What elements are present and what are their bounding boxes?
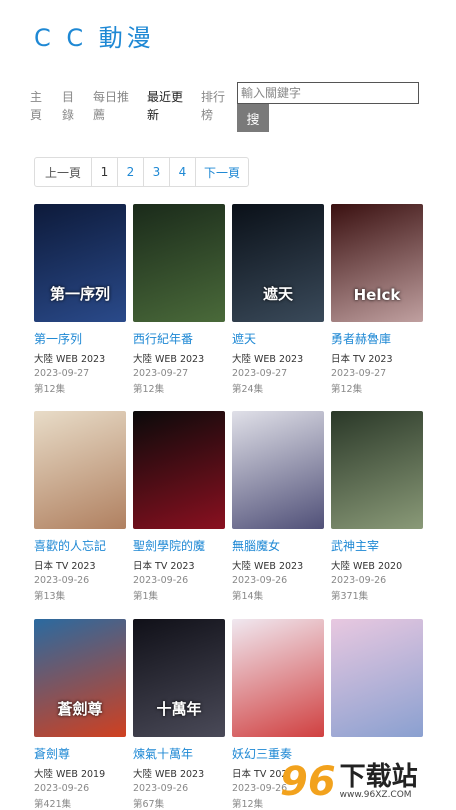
anime-episode: 第421集	[34, 799, 72, 810]
nav-item-recent-updates[interactable]: 最近更新	[147, 88, 187, 124]
anime-card[interactable]	[331, 619, 423, 749]
anime-poster[interactable]: 蒼劍尊	[34, 619, 126, 737]
anime-poster[interactable]: 第一序列	[34, 204, 126, 322]
watermark-text: 下载站	[339, 762, 418, 792]
anime-title[interactable]: 喜歡的人忘記	[34, 537, 126, 554]
anime-episode: 第1集	[133, 591, 159, 602]
anime-episode: 第24集	[232, 384, 264, 395]
anime-title[interactable]: 第一序列	[34, 330, 126, 347]
anime-date: 2023-09-26	[331, 575, 387, 586]
anime-episode: 第13集	[34, 591, 66, 602]
watermark-url: www.96XZ.COM	[339, 790, 412, 800]
nav-item-catalog[interactable]: 目錄	[62, 88, 76, 124]
anime-title[interactable]: 煉氣十萬年	[133, 745, 225, 762]
anime-poster[interactable]	[232, 411, 324, 529]
poster-title-text: 蒼劍尊	[57, 700, 103, 718]
anime-card[interactable]: 西行紀年番大陸 WEB 2023 2023-09-27 第12集	[133, 204, 225, 395]
anime-date: 2023-09-27	[133, 368, 189, 379]
anime-poster[interactable]	[34, 411, 126, 529]
anime-date: 2023-09-27	[232, 368, 288, 379]
site-logo[interactable]: C C 動漫	[34, 18, 155, 53]
page-1[interactable]: 1	[92, 158, 118, 186]
anime-episode: 第12集	[133, 384, 165, 395]
anime-episode: 第12集	[331, 384, 363, 395]
anime-title[interactable]: 西行紀年番	[133, 330, 225, 347]
anime-date: 2023-09-27	[331, 368, 387, 379]
anime-episode: 第67集	[133, 799, 165, 810]
anime-title[interactable]: 聖劍學院的魔	[133, 537, 225, 554]
anime-card[interactable]: Helck 勇者赫魯庫日本 TV 2023 2023-09-27 第12集	[331, 204, 423, 395]
anime-card[interactable]: 無腦魔女大陸 WEB 2023 2023-09-26 第14集	[232, 411, 324, 602]
anime-episode: 第371集	[331, 591, 369, 602]
anime-poster[interactable]	[133, 411, 225, 529]
anime-poster[interactable]: 十萬年	[133, 619, 225, 737]
anime-episode: 第14集	[232, 591, 264, 602]
anime-meta: 日本 TV 2023	[133, 561, 195, 572]
prev-page-button[interactable]: 上一頁	[35, 158, 92, 186]
anime-date: 2023-09-26	[133, 575, 189, 586]
anime-card[interactable]: 第一序列 第一序列 大陸 WEB 2023 2023-09-27 第12集	[34, 204, 126, 395]
anime-card[interactable]: 十萬年煉氣十萬年大陸 WEB 2023 2023-09-26 第67集	[133, 619, 225, 810]
anime-meta: 大陸 WEB 2020	[331, 561, 403, 572]
anime-title[interactable]: 勇者赫魯庫	[331, 330, 423, 347]
page-3[interactable]: 3	[144, 158, 170, 186]
anime-date: 2023-09-26	[232, 575, 288, 586]
anime-meta: 大陸 WEB 2023	[232, 561, 304, 572]
anime-card[interactable]: 聖劍學院的魔日本 TV 2023 2023-09-26 第1集	[133, 411, 225, 602]
anime-meta: 大陸 WEB 2023	[133, 354, 205, 365]
nav-item-home[interactable]: 主頁	[30, 88, 44, 124]
anime-episode: 第12集	[34, 384, 66, 395]
anime-card[interactable]: 武神主宰大陸 WEB 2020 2023-09-26 第371集	[331, 411, 423, 602]
poster-title-text: 第一序列	[49, 285, 110, 303]
anime-title[interactable]: 武神主宰	[331, 537, 423, 554]
anime-card[interactable]: 蒼劍尊 蒼劍尊 大陸 WEB 2019 2023-09-26 第421集	[34, 619, 126, 810]
anime-date: 2023-09-26	[34, 575, 90, 586]
anime-title[interactable]: 遮天	[232, 330, 324, 347]
pagination: 上一頁 1 2 3 4 下一頁	[34, 157, 249, 187]
anime-date: 2023-09-27	[34, 368, 90, 379]
watermark: 96 下载站 www.96XZ.COM	[280, 756, 450, 808]
anime-date: 2023-09-26	[133, 783, 189, 794]
anime-meta: 日本 TV 2023	[331, 354, 393, 365]
anime-poster[interactable]	[331, 411, 423, 529]
anime-meta: 大陸 WEB 2023	[133, 769, 205, 780]
search-input[interactable]: 輸入關鍵字	[237, 82, 419, 104]
watermark-logo: 96	[280, 759, 336, 805]
anime-poster[interactable]	[232, 619, 324, 737]
anime-title[interactable]: 蒼劍尊	[34, 745, 126, 762]
anime-poster[interactable]: Helck	[331, 204, 423, 322]
page-2[interactable]: 2	[118, 158, 144, 186]
page-4[interactable]: 4	[170, 158, 196, 186]
nav-item-ranking[interactable]: 排行榜	[201, 88, 229, 124]
search-placeholder: 輸入關鍵字	[241, 86, 302, 100]
anime-meta: 大陸 WEB 2023	[232, 354, 304, 365]
anime-poster[interactable]: 遮天	[232, 204, 324, 322]
poster-title-text: 十萬年	[156, 700, 202, 718]
anime-meta: 大陸 WEB 2019	[34, 769, 106, 780]
anime-poster[interactable]	[331, 619, 423, 737]
next-page-button[interactable]: 下一頁	[196, 158, 248, 186]
anime-poster[interactable]	[133, 204, 225, 322]
anime-meta: 日本 TV 2023	[34, 561, 96, 572]
poster-title-text: Helck	[353, 286, 401, 304]
nav-item-daily-recommend[interactable]: 每日推薦	[93, 88, 133, 124]
anime-meta: 大陸 WEB 2023	[34, 354, 106, 365]
anime-date: 2023-09-26	[34, 783, 90, 794]
anime-card[interactable]: 遮天 遮天 大陸 WEB 2023 2023-09-27 第24集	[232, 204, 324, 395]
poster-title-text: 遮天	[262, 285, 293, 303]
anime-title[interactable]: 無腦魔女	[232, 537, 324, 554]
anime-card[interactable]: 喜歡的人忘記日本 TV 2023 2023-09-26 第13集	[34, 411, 126, 602]
search-button[interactable]: 搜	[237, 104, 269, 132]
